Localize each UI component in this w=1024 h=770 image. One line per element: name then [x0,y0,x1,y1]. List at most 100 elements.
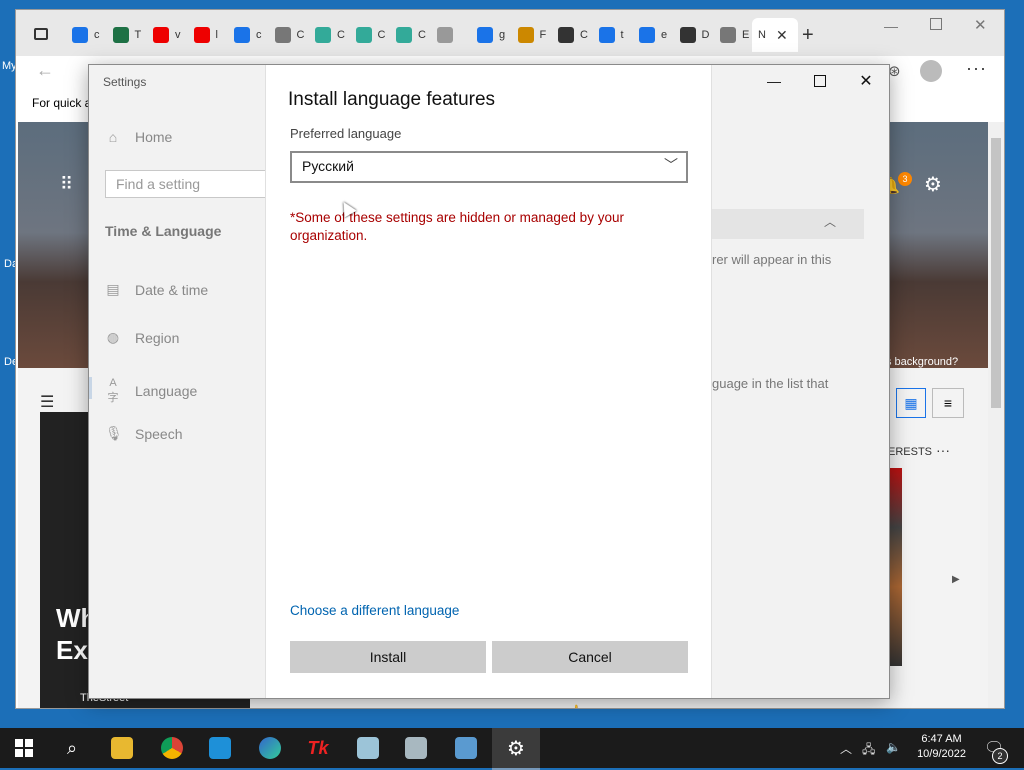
choose-different-language-link[interactable]: Choose a different language [290,603,459,618]
interests-more-icon[interactable]: ··· [936,442,950,458]
tab-15[interactable]: D [679,22,718,48]
tab-label: T [134,29,142,41]
nav-item-home[interactable]: ⌂ Home [105,129,173,145]
grid-view-button[interactable]: ▦ [896,388,926,418]
tab-13[interactable]: t [598,22,637,48]
bg-text-will-appear: rer will appear in this [712,252,832,267]
app-photo-icon[interactable] [396,732,436,764]
carousel-next-icon[interactable]: ▶ [952,574,960,585]
nav-selection-indicator [89,377,92,399]
list-view-button[interactable]: ≡ [932,388,964,418]
settings-taskbar-icon[interactable]: ⚙ [492,728,540,770]
tab-12[interactable]: C [558,22,596,48]
tab-label: D [701,29,710,41]
tab-4[interactable]: c [234,22,272,48]
tab-label: g [499,29,506,41]
interests-label[interactable]: ERESTS [888,446,932,458]
tab-favicon-icon [274,27,291,43]
tab-favicon-icon [112,27,129,43]
globe-icon: ◍ [106,329,120,345]
app-blue-icon[interactable] [200,732,240,764]
volume-icon[interactable]: 🔈 [886,740,901,754]
chevron-up-icon[interactable]: ︿ [824,213,836,230]
tab-6[interactable]: C [315,22,353,48]
nav-item-speech[interactable]: 🎙 Speech [105,425,182,442]
tab-active[interactable]: N ✕ [752,18,798,52]
search-icon[interactable]: ⌕ [52,732,92,764]
settings-maximize-icon[interactable] [797,65,843,97]
back-arrow-icon[interactable]: ← [36,60,54,81]
network-icon[interactable]: 🖧 [862,740,875,761]
settings-window-title: Settings [103,75,147,89]
tab-favicon-icon [355,27,372,43]
tab-label: t [620,29,624,41]
tab-favicon-icon [477,27,493,43]
tab-2[interactable]: v [153,22,191,48]
edge-icon[interactable] [250,732,290,764]
clock-time: 6:47 AM [921,733,962,745]
start-button[interactable] [4,732,44,764]
find-setting-input[interactable]: Find a setting [105,170,275,198]
tab-10[interactable]: g [477,22,515,48]
nav-item-date-time[interactable]: ▤ Date & time [105,281,208,298]
settings-gear-icon[interactable]: ⚙ [924,172,942,197]
windows-logo-icon [15,739,33,757]
tab-favicon-icon [679,27,696,43]
new-tab-icon[interactable]: + [802,24,814,47]
page-scrollbar[interactable] [988,122,1004,708]
tab-label: C [296,29,305,41]
tab-3[interactable]: l [193,22,232,48]
install-language-dialog: Install language features Preferred lang… [265,65,712,698]
tab-label: F [539,29,547,41]
tab-label: C [337,29,345,41]
tab-label: C [580,29,588,41]
file-explorer-icon[interactable] [102,732,142,764]
news-reaction-icon[interactable]: 👍 [568,704,583,708]
settings-minimize-icon[interactable]: — [751,65,797,97]
desktop-icon-label-1[interactable]: My [2,60,17,72]
install-button[interactable]: Install [290,641,486,673]
more-menu-icon[interactable]: ··· [966,58,987,79]
preferred-language-select[interactable]: Русский ﹀ [290,151,688,183]
tab-11[interactable]: F [517,22,556,48]
settings-close-icon[interactable]: ✕ [843,65,889,97]
tab-0[interactable]: c [72,22,110,48]
browser-close-icon[interactable]: ✕ [974,16,987,34]
app-red-icon[interactable]: Tk [298,732,338,764]
cancel-button[interactable]: Cancel [492,641,688,673]
background-question-text[interactable]: s background? [886,356,958,368]
nav-item-region-label: Region [135,329,180,346]
tab-label: c [94,29,100,41]
settings-nav-pane: Settings ⌂ Home Find a setting Time & La… [89,65,275,698]
taskbar-clock[interactable]: 6:47 AM 10/9/2022 [917,732,966,762]
browser-minimize-icon[interactable]: — [884,18,898,34]
tab-1[interactable]: T [112,22,151,48]
apps-grid-icon[interactable]: ⠿ [60,174,73,195]
tab-9[interactable] [436,22,475,48]
tab-close-icon[interactable]: ✕ [776,27,788,44]
profile-avatar-icon[interactable] [920,60,942,82]
tab-favicon-icon [153,27,169,43]
nav-item-language[interactable]: A字 Language [105,377,198,405]
tab-14[interactable]: e [639,22,677,48]
settings-window: Settings ⌂ Home Find a setting Time & La… [88,64,890,699]
tab-5[interactable]: C [274,22,313,48]
tab-bar: c Tv l c C C C Cg F Ct e D E N ✕ + — ✕ [16,10,1004,56]
news-image-strip[interactable] [888,468,902,666]
tray-chevron-icon[interactable]: ︿ [840,740,852,757]
tab-favicon-icon [396,27,412,43]
hamburger-menu-icon[interactable]: ☰ [40,392,54,412]
nav-item-region[interactable]: ◍ Region [105,329,179,346]
app-note-icon[interactable] [348,732,388,764]
language-icon: A字 [107,377,119,404]
tab-8[interactable]: C [396,22,434,48]
app-window-icon[interactable] [446,732,486,764]
nav-item-home-label: Home [135,129,173,145]
chrome-icon[interactable] [152,732,192,764]
tab-7[interactable]: C [355,22,394,48]
tab-actions-icon[interactable] [34,28,48,40]
clock-date: 10/9/2022 [917,748,966,760]
browser-maximize-icon[interactable] [930,18,942,30]
scrollbar-thumb[interactable] [991,138,1001,408]
tab-label: e [661,29,668,41]
